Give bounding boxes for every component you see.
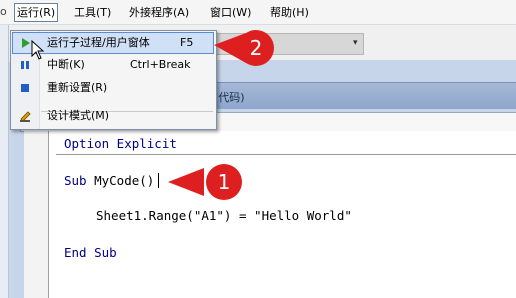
menu-addins[interactable]: 外接程序(A) xyxy=(127,4,191,21)
menu-window[interactable]: 窗口(W) xyxy=(208,4,253,21)
stop-square-icon xyxy=(18,81,32,95)
menu-run[interactable]: 运行(R) xyxy=(14,3,59,22)
menu-item-label: 设计模式(M) xyxy=(47,109,110,122)
menu-item-shortcut: Ctrl+Break xyxy=(130,58,191,71)
menu-item-label: 运行子过程/用户窗体 xyxy=(47,36,150,49)
design-mode-icon xyxy=(18,109,32,123)
menu-item-label: 重新设置(R) xyxy=(47,81,108,94)
callout-badge-1: 1 xyxy=(206,164,242,200)
code-line-end-sub: End Sub xyxy=(64,245,117,260)
menu-item-design-mode[interactable]: 设计模式(M) xyxy=(13,106,213,126)
code-line-range: Sheet1.Range("A1") = "Hello World" xyxy=(96,208,352,223)
left-edge-strip xyxy=(0,25,9,298)
text-caret xyxy=(158,173,159,188)
code-window-title: (代码) xyxy=(214,91,245,104)
code-line-option: Option Explicit xyxy=(64,136,177,151)
menu-item-label: 中断(K) xyxy=(47,58,85,71)
menu-bar: o 运行(R) 工具(T) 外接程序(A) 窗口(W) 帮助(H) xyxy=(0,0,516,25)
procedure-separator xyxy=(56,154,516,155)
menu-item-reset[interactable]: 重新设置(R) xyxy=(13,78,213,98)
mouse-pointer-icon xyxy=(31,40,45,60)
menu-bar-edge: o xyxy=(0,5,7,18)
code-margin xyxy=(24,131,49,298)
pause-icon xyxy=(18,58,32,72)
menu-item-shortcut: F5 xyxy=(180,36,194,49)
code-line-sub: Sub MyCode() xyxy=(64,173,155,188)
callout-badge-2: 2 xyxy=(238,30,274,66)
run-triangle-icon xyxy=(18,36,32,50)
menu-help[interactable]: 帮助(H) xyxy=(268,4,311,21)
chevron-down-icon[interactable]: ▾ xyxy=(353,37,361,49)
menu-tools[interactable]: 工具(T) xyxy=(72,4,113,21)
